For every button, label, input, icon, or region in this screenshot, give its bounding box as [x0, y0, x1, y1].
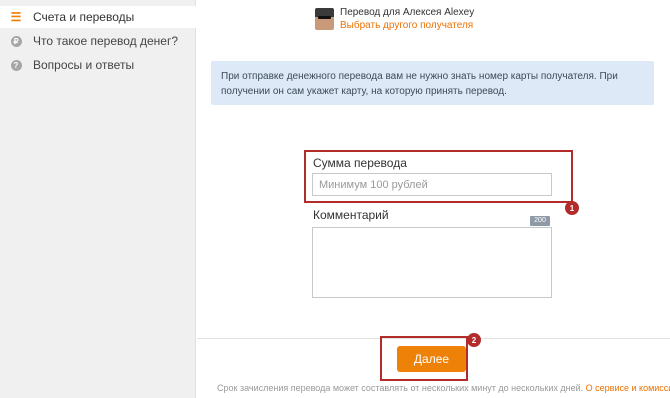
amount-label: Сумма перевода [313, 156, 407, 170]
main-panel: Перевод для Алексея Alexey Выбрать друго… [197, 0, 670, 398]
footer-text: Срок зачисления перевода может составлят… [217, 383, 584, 393]
info-icon: ₽ [10, 35, 22, 47]
footer-note: Срок зачисления перевода может составлят… [217, 383, 670, 393]
annotation-badge-2: 2 [467, 333, 481, 347]
annotation-badge-1: 1 [565, 201, 579, 215]
next-button[interactable]: Далее [397, 346, 466, 372]
sidebar-item-label: Что такое перевод денег? [33, 34, 179, 48]
amount-input[interactable] [312, 173, 552, 196]
help-icon-wrap: ? [10, 59, 22, 71]
comment-char-counter: 200 [530, 216, 550, 226]
help-icon: ? [10, 59, 22, 71]
sidebar-item-faq[interactable]: ? Вопросы и ответы [0, 54, 196, 76]
sidebar: ☰ Счета и переводы ₽ Что такое перевод д… [0, 0, 196, 398]
service-fees-link[interactable]: О сервисе и комиссии [586, 383, 670, 393]
recipient-header: Перевод для Алексея Alexey Выбрать друго… [315, 6, 474, 32]
recipient-name: Перевод для Алексея Alexey [340, 7, 475, 18]
sidebar-item-what-is-transfer[interactable]: ₽ Что такое перевод денег? [0, 30, 196, 52]
avatar [315, 8, 334, 30]
change-recipient-link[interactable]: Выбрать другого получателя [340, 19, 474, 32]
comment-field[interactable] [312, 227, 552, 298]
sidebar-item-accounts-transfers[interactable]: ☰ Счета и переводы [0, 6, 196, 28]
comment-label: Комментарий [313, 208, 389, 222]
info-notice: При отправке денежного перевода вам не н… [211, 61, 654, 105]
recipient-text: Перевод для Алексея Alexey Выбрать друго… [340, 6, 474, 32]
info-icon-wrap: ₽ [10, 35, 22, 47]
sidebar-item-label: Вопросы и ответы [33, 58, 135, 72]
list-icon: ☰ [10, 10, 22, 24]
sidebar-item-label: Счета и переводы [33, 10, 135, 24]
